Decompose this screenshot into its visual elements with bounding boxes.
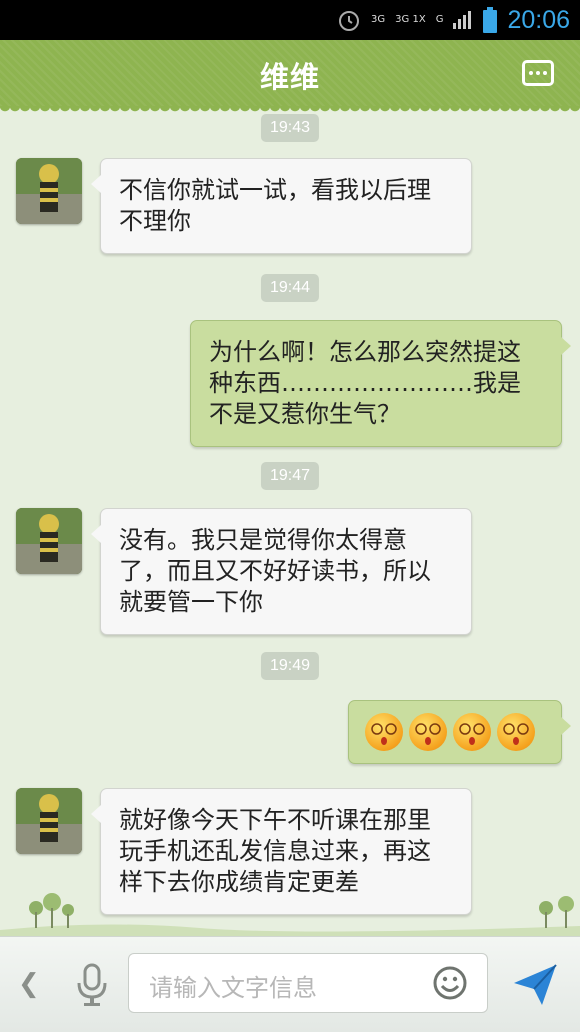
more-menu-button[interactable] <box>522 60 554 86</box>
network-indicator-2: 3G 1X <box>395 14 426 25</box>
timestamp: 19:49 <box>260 652 320 680</box>
dot <box>529 71 533 75</box>
input-bar: ❮ 请输入文字信息 <box>0 936 580 1032</box>
network-indicator-1: 3G <box>371 14 386 25</box>
network-indicator-3: G <box>435 14 444 25</box>
avatar-image <box>16 788 82 854</box>
timestamp: 19:43 <box>260 114 320 142</box>
battery-icon <box>483 7 498 33</box>
message-text: 就好像今天下午不听课在那里玩手机还乱发信息过来，再这样下去你成绩肯定更差 <box>119 806 431 896</box>
incoming-message[interactable]: 不信你就试一试，看我以后理不理你 <box>91 158 472 254</box>
dizzy-face-icon <box>409 713 447 751</box>
message-text: 不信你就试一试，看我以后理不理你 <box>119 176 431 235</box>
message-text: 为什么啊！怎么那么突然提这种东西……………………我是不是又惹你生气？ <box>209 338 521 428</box>
contact-avatar[interactable] <box>16 508 82 574</box>
signal-icon <box>453 11 472 29</box>
emoji-picker-icon[interactable] <box>432 965 468 1001</box>
chat-area[interactable]: 19:43 不信你就试一试，看我以后理不理你 19:44 为什么啊！怎么那么突然… <box>0 106 580 936</box>
decorative-trees-icon <box>0 893 580 936</box>
timestamp: 19:44 <box>260 274 320 302</box>
clock: 20:06 <box>507 5 570 34</box>
alarm-icon <box>339 11 360 31</box>
input-placeholder: 请输入文字信息 <box>149 974 317 1002</box>
status-bar: 3G 3G 1X G 20:06 <box>0 0 580 40</box>
outgoing-emoji-message[interactable] <box>348 700 571 764</box>
avatar-image <box>16 158 82 224</box>
dot <box>536 71 540 75</box>
avatar-image <box>16 508 82 574</box>
dizzy-face-icon <box>453 713 491 751</box>
message-text: 没有。我只是觉得你太得意了，而且又不好好读书，所以就要管一下你 <box>119 526 431 616</box>
timestamp: 19:47 <box>260 462 320 490</box>
contact-avatar[interactable] <box>16 788 82 854</box>
outgoing-message[interactable]: 为什么啊！怎么那么突然提这种东西……………………我是不是又惹你生气？ <box>190 320 571 447</box>
dizzy-face-icon <box>497 713 535 751</box>
send-icon[interactable] <box>512 963 558 1007</box>
title-bar: 维维 <box>0 40 580 112</box>
chat-title: 维维 <box>259 60 320 94</box>
microphone-icon[interactable] <box>74 963 110 1007</box>
incoming-message[interactable]: 没有。我只是觉得你太得意了，而且又不好好读书，所以就要管一下你 <box>91 508 472 635</box>
dot <box>543 71 547 75</box>
chevron-left-icon[interactable]: ❮ <box>18 969 40 999</box>
contact-avatar[interactable] <box>16 158 82 224</box>
dizzy-face-icon <box>365 713 403 751</box>
